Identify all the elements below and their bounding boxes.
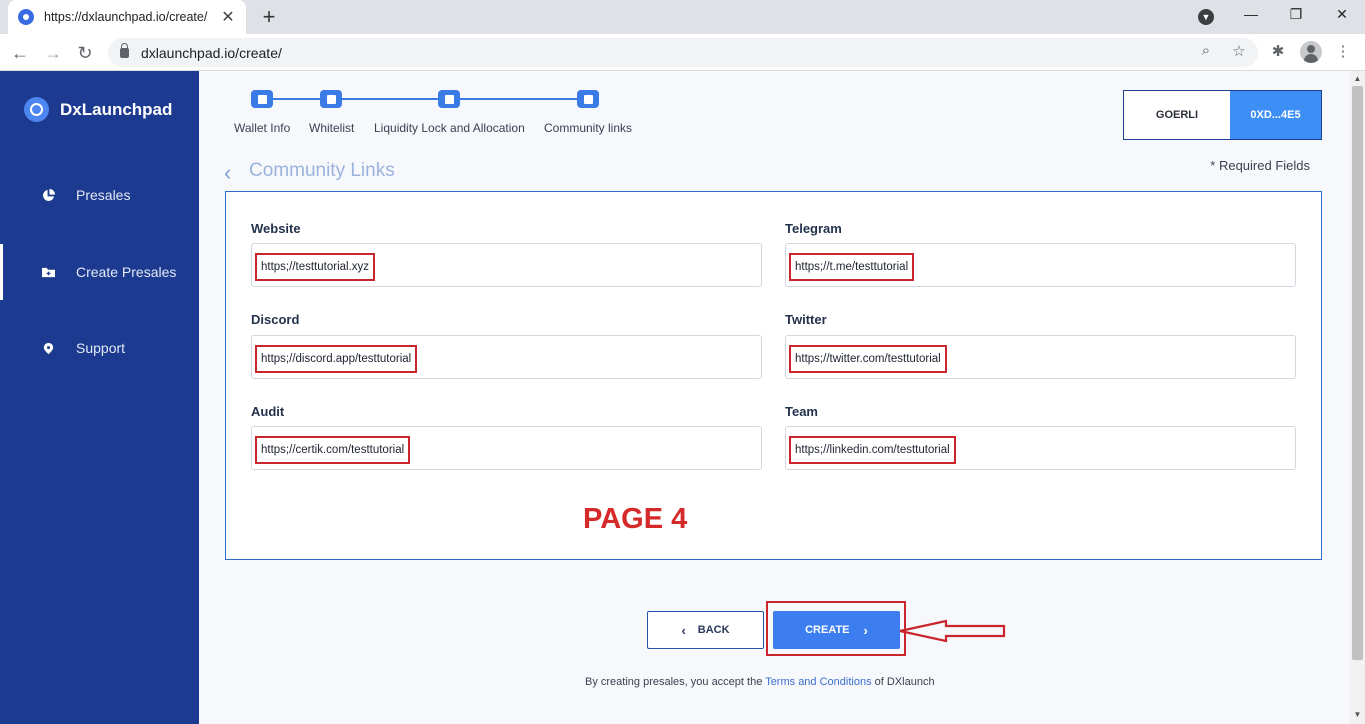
forward-arrow-icon[interactable]: → (41, 41, 65, 65)
brand[interactable]: DxLaunchpad (24, 97, 172, 122)
discord-input[interactable]: https;//discord.app/testtutorial (251, 335, 762, 379)
terms-prefix: By creating presales, you accept the (585, 676, 766, 688)
step-label-whitelist: Whitelist (309, 121, 355, 135)
wallet-address-button[interactable]: 0XD...4E5 (1230, 91, 1321, 139)
back-button-label: BACK (697, 624, 730, 636)
discord-value: https;//discord.app/testtutorial (255, 345, 418, 373)
sidebar-item-presales[interactable]: Presales (0, 167, 199, 223)
address-url[interactable]: dxlaunchpad.io/create/ (141, 45, 282, 61)
page-title: Community Links (249, 160, 395, 181)
tab-search-icon[interactable]: ▼ (1198, 9, 1214, 25)
team-input[interactable]: https;//linkedin.com/testtutorial (785, 426, 1296, 470)
stepper-progress-line (252, 98, 586, 100)
wallet-icon[interactable] (251, 90, 273, 108)
twitter-input[interactable]: https;//twitter.com/testtutorial (785, 335, 1296, 379)
annotation-arrow-icon (899, 619, 1006, 643)
lock-icon (120, 42, 129, 58)
scroll-down-icon[interactable]: ▼ (1352, 710, 1363, 722)
telegram-label: Telegram (785, 221, 842, 236)
address-bar[interactable]: dxlaunchpad.io/create/ (108, 38, 1258, 67)
website-label: Website (251, 221, 301, 236)
step-label-liquidity-lock: Liquidity Lock and Allocation (374, 121, 525, 135)
pie-chart-icon (43, 188, 55, 201)
community-icon[interactable] (577, 90, 599, 108)
clipboard-icon[interactable] (320, 90, 342, 108)
back-button[interactable]: ‹ BACK (647, 611, 764, 649)
audit-input[interactable]: https;//certik.com/testtutorial (251, 426, 762, 470)
step-label-community-links: Community links (544, 121, 633, 135)
tab-close-icon[interactable]: ✕ (220, 7, 236, 27)
create-button-label: CREATE (805, 624, 850, 636)
tab-title: https://dxlaunchpad.io/create/ (44, 10, 208, 24)
telegram-input[interactable]: https;//t.me/testtutorial (785, 243, 1296, 287)
brand-name: DxLaunchpad (60, 99, 173, 119)
main-content: Wallet Info Whitelist Liquidity Lock and… (199, 71, 1350, 724)
zoom-icon[interactable]: ⌕ (1197, 42, 1215, 59)
sidebar-item-support[interactable]: Support (0, 320, 199, 376)
scrollbar-thumb[interactable] (1352, 86, 1363, 660)
browser-menu-icon[interactable]: ⋮ (1333, 42, 1353, 60)
profile-avatar-icon[interactable] (1300, 41, 1322, 63)
sidebar-item-label: Create Presales (76, 264, 177, 280)
back-arrow-icon[interactable]: ← (8, 41, 32, 65)
browser-tab[interactable]: https://dxlaunchpad.io/create/ ✕ (8, 0, 246, 34)
shield-icon[interactable] (438, 90, 460, 108)
terms-link[interactable]: Terms and Conditions (765, 676, 871, 688)
sidebar-item-label: Presales (76, 187, 131, 203)
restore-button[interactable]: ❐ (1286, 6, 1306, 23)
team-label: Team (785, 404, 818, 419)
terms-footer: By creating presales, you accept the Ter… (585, 676, 935, 688)
sidebar-item-label: Support (76, 340, 126, 356)
help-icon (43, 342, 54, 354)
website-value: https;//testtutorial.xyz (255, 253, 376, 281)
reload-icon[interactable]: ↻ (73, 41, 97, 65)
folder-plus-icon (42, 267, 55, 277)
sidebar-item-create-presales[interactable]: Create Presales (0, 244, 199, 300)
new-tab-button[interactable]: + (258, 4, 280, 30)
browser-toolbar: ← → ↻ dxlaunchpad.io/create/ ⌕ ☆ ✱ ⋮ (0, 34, 1365, 71)
sidebar: DxLaunchpad Presales Create Presales Sup… (0, 71, 199, 724)
close-window-button[interactable]: ✕ (1332, 6, 1352, 23)
audit-value: https;//certik.com/testtutorial (255, 436, 411, 464)
scroll-up-icon[interactable]: ▲ (1352, 74, 1363, 86)
chevron-right-icon: › (863, 622, 868, 638)
required-fields-note: * Required Fields (1210, 158, 1310, 173)
audit-label: Audit (251, 404, 285, 419)
community-links-form: Website https;//testtutorial.xyz Telegra… (225, 191, 1322, 560)
discord-label: Discord (251, 312, 300, 327)
chevron-left-icon[interactable]: ‹ (224, 160, 231, 186)
site-favicon-icon (18, 9, 34, 25)
page-number-annotation: PAGE 4 (583, 503, 688, 535)
chevron-left-icon: ‹ (681, 622, 686, 638)
extensions-puzzle-icon[interactable]: ✱ (1268, 42, 1288, 60)
network-wallet-widget[interactable]: GOERLI 0XD...4E5 (1123, 90, 1322, 140)
bookmark-star-icon[interactable]: ☆ (1230, 42, 1248, 60)
browser-tab-bar: https://dxlaunchpad.io/create/ ✕ + ▼ — ❐… (0, 0, 1365, 34)
network-name[interactable]: GOERLI (1124, 91, 1230, 139)
step-label-wallet-info: Wallet Info (234, 121, 291, 135)
team-value: https;//linkedin.com/testtutorial (789, 436, 956, 464)
minimize-button[interactable]: — (1241, 6, 1261, 22)
twitter-value: https;//twitter.com/testtutorial (789, 345, 947, 373)
terms-suffix: of DXlaunch (871, 676, 935, 688)
telegram-value: https;//t.me/testtutorial (789, 253, 915, 281)
twitter-label: Twitter (785, 312, 827, 327)
create-button[interactable]: CREATE › (773, 611, 900, 649)
website-input[interactable]: https;//testtutorial.xyz (251, 243, 762, 287)
dxlaunchpad-logo-icon (24, 97, 49, 122)
